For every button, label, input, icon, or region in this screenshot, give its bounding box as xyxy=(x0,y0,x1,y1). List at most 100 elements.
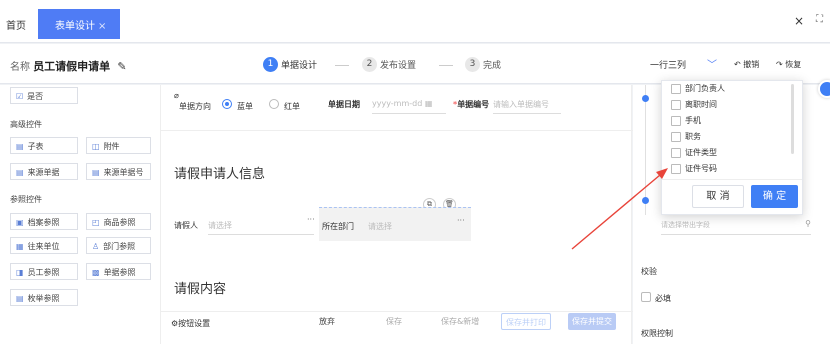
search-icon[interactable]: ⚲ xyxy=(805,219,811,228)
edit-icon[interactable]: ✎ xyxy=(117,60,126,73)
control-archive-ref[interactable]: ▣ 档案参照 xyxy=(10,213,78,230)
confirm-button[interactable]: 确 定 xyxy=(751,185,798,208)
save-submit-button[interactable]: 保存并提交 xyxy=(568,313,616,330)
option-label: 部门负责人 xyxy=(685,84,725,93)
control-product-ref[interactable]: ◰ 商品参照 xyxy=(86,213,151,230)
tab-form-design-label: 表单设计 xyxy=(55,21,95,32)
doc-header-row: ⌀ 单据方向 蓝单 红单 单据日期 yyyy-mm-dd ▦ *单据编号 请输入… xyxy=(161,85,633,131)
option-checkbox[interactable] xyxy=(671,83,681,94)
doc-date-label: 单据日期 xyxy=(328,100,360,109)
layout-select[interactable]: 一行三列 xyxy=(650,58,686,71)
field-select-input[interactable]: 请选择带出字段 ⚲ xyxy=(661,215,811,235)
control-source-doc[interactable]: ▤ 来源单据 xyxy=(10,163,78,180)
step-label: 单据设计 xyxy=(281,61,318,71)
required-label: 必填 xyxy=(655,294,671,303)
form-name-area: 名称 员工请假申请单 ✎ xyxy=(10,58,127,74)
option-dept-head[interactable]: 部门负责人 xyxy=(671,83,725,97)
button-bar: ⚙按钮设置 放弃 保存 保存&新增 保存并打印 保存并提交 xyxy=(161,311,633,344)
control-attachment[interactable]: ◫ 附件 xyxy=(86,137,151,154)
bag-icon: ◰ xyxy=(92,218,100,227)
fullscreen-icon[interactable]: ⛶ xyxy=(816,14,823,25)
save-print-button[interactable]: 保存并打印 xyxy=(501,313,551,330)
direction-red-radio[interactable] xyxy=(269,99,279,109)
option-checkbox[interactable] xyxy=(671,115,681,126)
field-picker-popup: 部门负责人 离职时间 手机 职务 证件类型 证件号码 取 消 确 定 xyxy=(661,80,803,215)
dept-more-icon[interactable]: ··· xyxy=(457,216,465,225)
option-phone[interactable]: 手机 xyxy=(671,115,701,129)
control-partner-ref[interactable]: ▦ 往来单位 xyxy=(10,237,78,254)
form-name: 员工请假申请单 xyxy=(33,60,111,73)
option-checkbox[interactable] xyxy=(671,147,681,158)
designer-header: 名称 员工请假申请单 ✎ 1 单据设计 2 发布设置 3 完成 一行三列 ﹀ ↶ 撤销… xyxy=(0,44,830,84)
close-icon[interactable]: × xyxy=(794,14,804,28)
control-label: 员工参照 xyxy=(27,268,60,277)
checkbox-icon: ☑ xyxy=(16,92,24,101)
undo-icon: ↶ xyxy=(734,60,744,69)
tab-form-design[interactable]: 表单设计 × xyxy=(38,9,120,39)
control-label: 部门参照 xyxy=(103,242,136,251)
direction-label: 单据方向 xyxy=(179,102,211,111)
control-label: 是否 xyxy=(27,92,44,101)
popup-scrollbar[interactable] xyxy=(791,84,794,154)
doc-date-input[interactable]: yyyy-mm-dd ▦ xyxy=(372,94,446,114)
button-settings[interactable]: ⚙按钮设置 xyxy=(171,318,210,329)
applicant-more-icon[interactable]: ··· xyxy=(307,215,315,224)
option-position[interactable]: 职务 xyxy=(671,131,701,145)
control-label: 商品参照 xyxy=(103,218,136,227)
tab-home[interactable]: 首页 xyxy=(6,17,26,32)
step-finish[interactable]: 3 完成 xyxy=(465,57,501,73)
dept-field-selected[interactable]: 所在部门 请选择 ··· xyxy=(319,207,471,241)
step-label: 完成 xyxy=(483,61,502,71)
step-publish[interactable]: 2 发布设置 xyxy=(362,57,416,73)
timeline-line xyxy=(645,85,646,215)
direction-blue-radio[interactable] xyxy=(222,99,232,109)
control-enum-ref[interactable]: ▤ 枚举参照 xyxy=(10,289,78,306)
option-checkbox[interactable] xyxy=(671,99,681,110)
tab-close-icon[interactable]: × xyxy=(98,21,106,32)
control-dept-ref[interactable]: ♙ 部门参照 xyxy=(86,237,151,254)
option-label: 职务 xyxy=(685,132,701,141)
field-select-placeholder: 请选择带出字段 xyxy=(661,221,710,229)
step-divider xyxy=(335,65,349,66)
control-employee-ref[interactable]: ◨ 员工参照 xyxy=(10,263,78,280)
timeline-dot xyxy=(642,95,649,102)
step-design[interactable]: 1 单据设计 xyxy=(263,57,317,73)
applicant-input[interactable]: 请选择 xyxy=(208,215,314,235)
control-doc-ref[interactable]: ▩ 单据参照 xyxy=(86,263,151,280)
list-icon: ▤ xyxy=(16,294,24,303)
undo-button[interactable]: ↶ 撤销 xyxy=(734,59,759,70)
doc-number-label: *单据编号 xyxy=(453,99,489,110)
direction-red-label: 红单 xyxy=(284,102,300,111)
doc-number-text: 单据编号 xyxy=(457,100,490,109)
step-label: 发布设置 xyxy=(380,61,417,71)
save-new-button[interactable]: 保存&新增 xyxy=(441,316,479,327)
advanced-controls-title: 高级控件 xyxy=(10,120,42,129)
control-yes-no[interactable]: ☑ 是否 xyxy=(10,87,78,104)
cancel-button[interactable]: 取 消 xyxy=(692,185,744,208)
option-label: 手机 xyxy=(685,116,701,125)
document-icon: ▤ xyxy=(92,168,100,177)
required-checkbox[interactable] xyxy=(641,292,651,302)
dept-input[interactable]: 请选择 xyxy=(368,221,392,232)
doc-number-input[interactable]: 请输入单据编号 xyxy=(493,94,561,114)
chevron-down-icon[interactable]: ﹀ xyxy=(707,56,717,71)
section-content-title: 请假内容 xyxy=(174,282,227,297)
help-bubble-icon[interactable] xyxy=(818,80,830,98)
control-label: 枚举参照 xyxy=(27,294,60,303)
option-leave-date[interactable]: 离职时间 xyxy=(671,99,717,113)
option-checkbox[interactable] xyxy=(671,131,681,142)
control-subtable[interactable]: ▤ 子表 xyxy=(10,137,78,154)
control-source-doc-no[interactable]: ▤ 来源单据号 xyxy=(86,163,151,180)
option-label: 证件类型 xyxy=(685,148,717,157)
timeline-dot xyxy=(642,197,649,204)
option-checkbox[interactable] xyxy=(671,163,681,174)
discard-button[interactable]: 放弃 xyxy=(319,316,335,327)
control-label: 附件 xyxy=(103,142,120,151)
option-id-type[interactable]: 证件类型 xyxy=(671,147,717,161)
calendar-icon: ▦ xyxy=(424,99,433,108)
applicant-field-row: 请假人 请选择 ··· 所在部门 请选择 ··· xyxy=(161,207,633,241)
option-id-number[interactable]: 证件号码 xyxy=(671,163,717,177)
applicant-label: 请假人 xyxy=(174,221,198,230)
save-button[interactable]: 保存 xyxy=(386,316,402,327)
redo-button[interactable]: ↷ 恢复 xyxy=(776,59,801,70)
